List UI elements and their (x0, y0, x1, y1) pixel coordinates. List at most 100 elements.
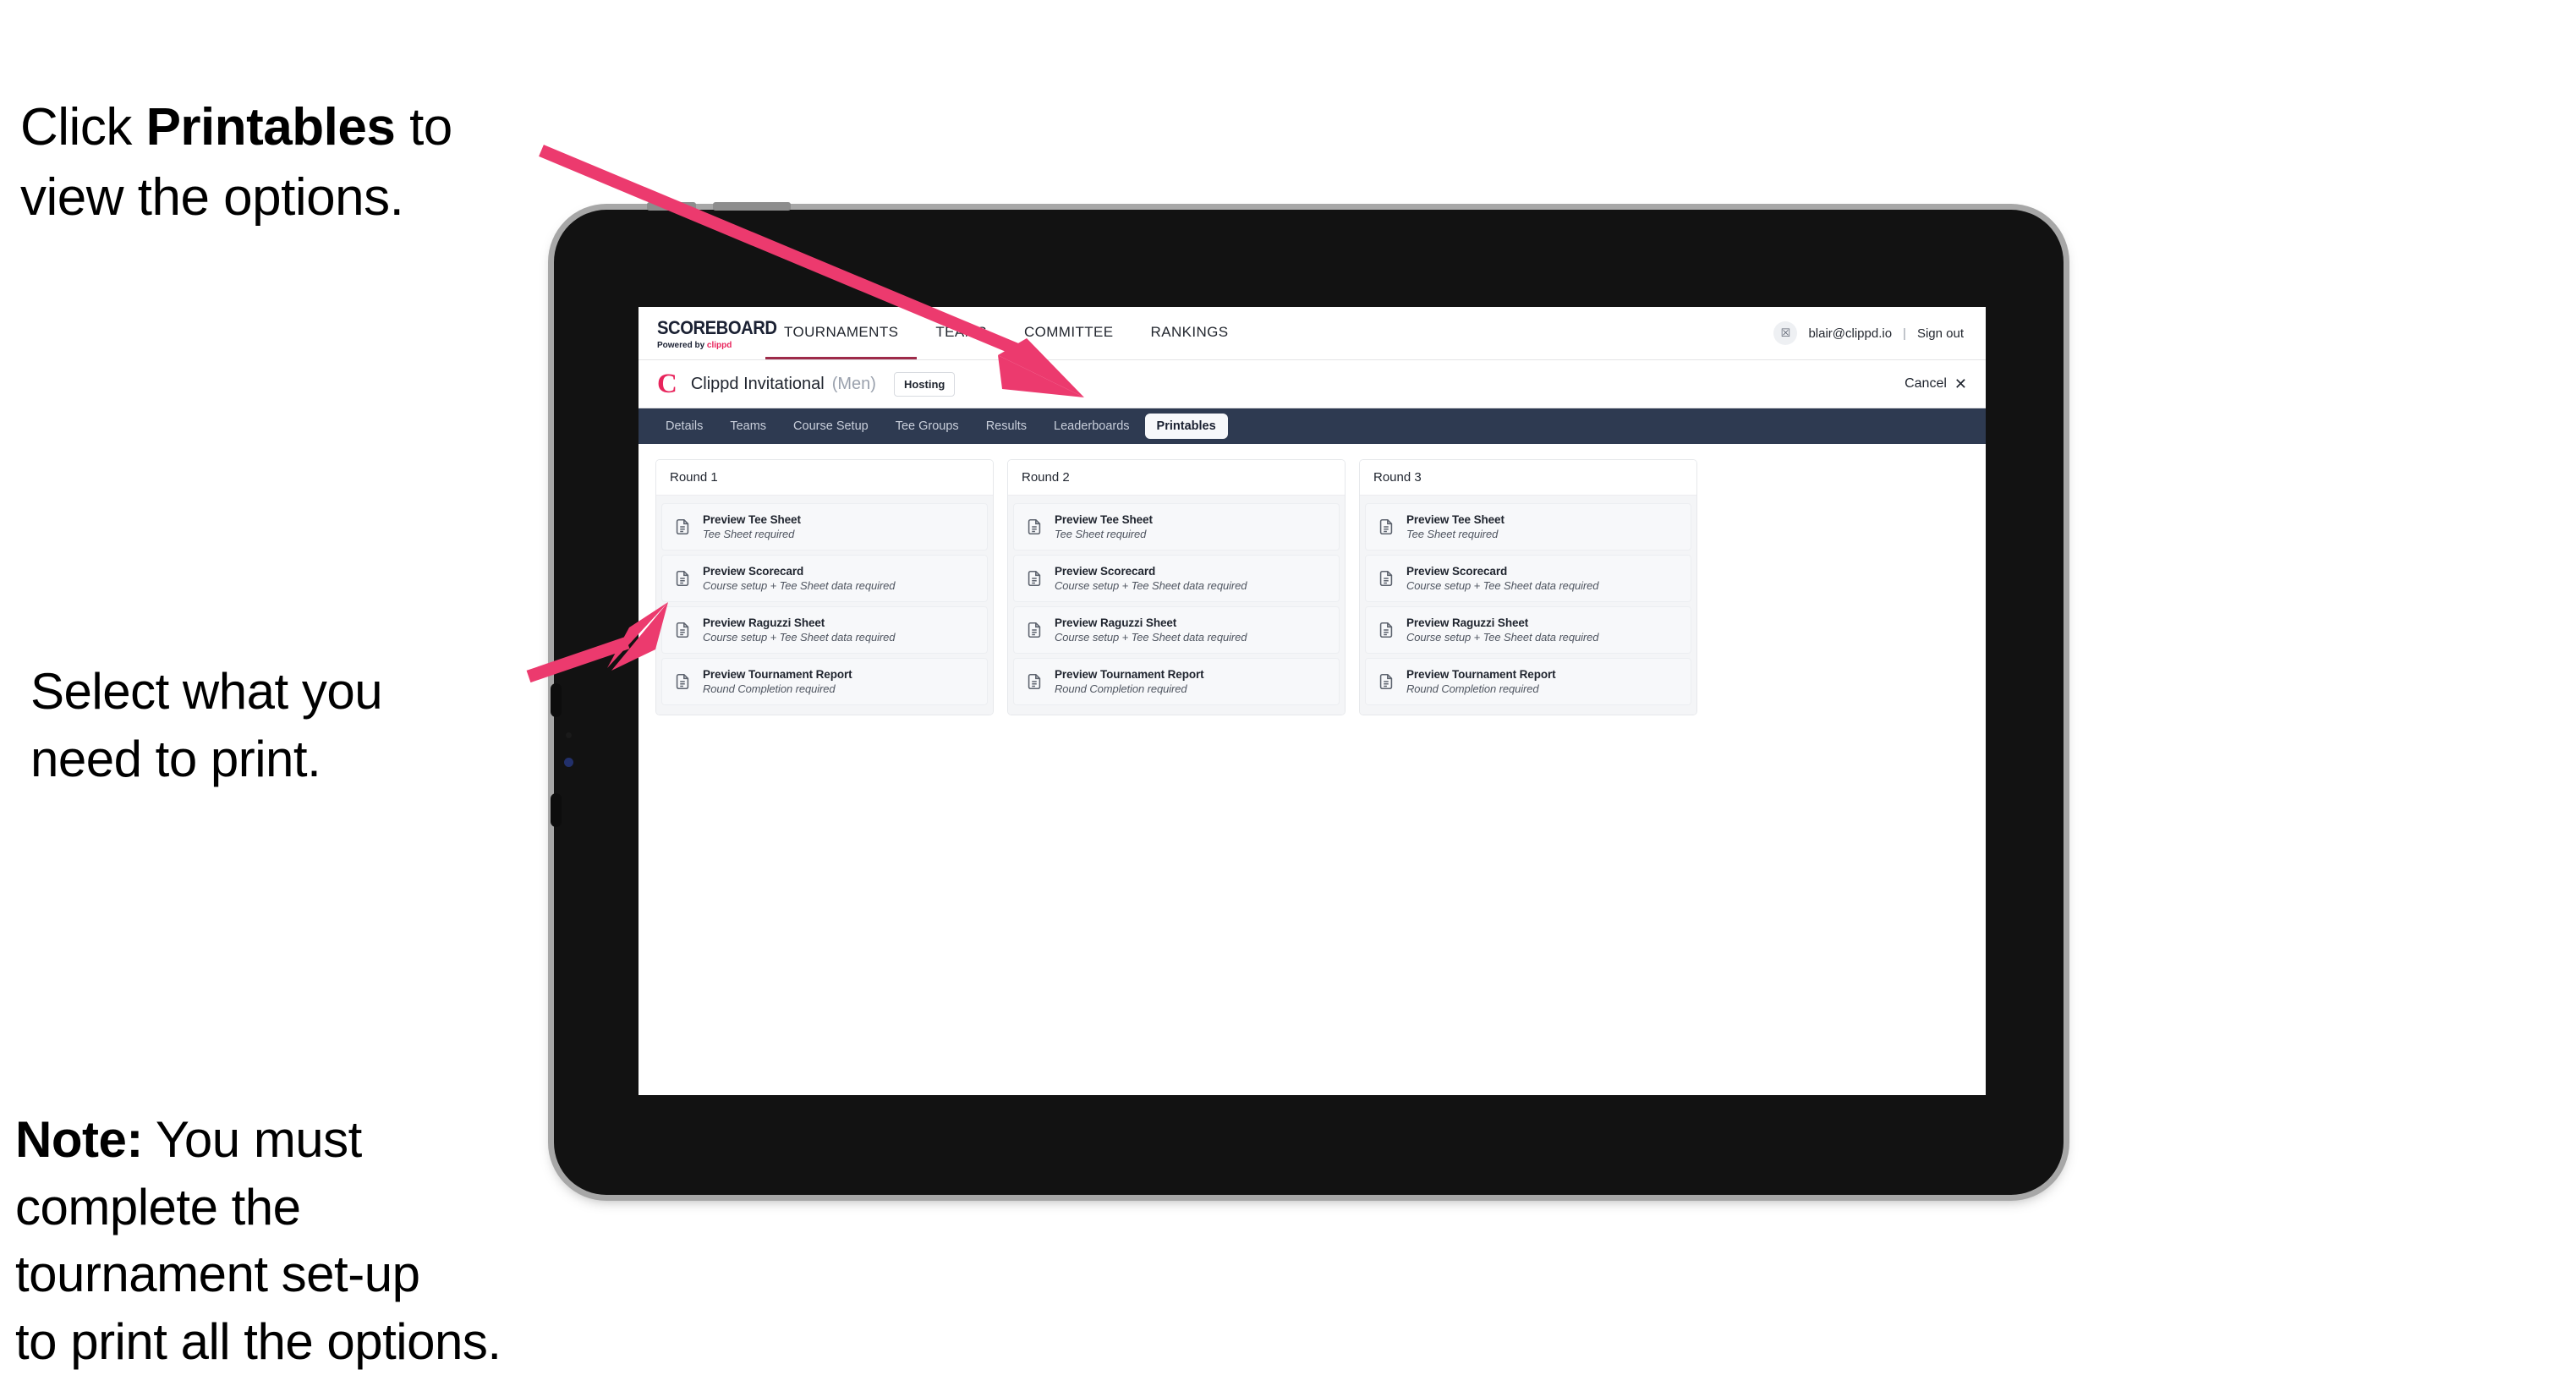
list-item-title: Preview Raguzzi Sheet (1055, 616, 1177, 629)
sign-out-link[interactable]: Sign out (1917, 326, 1964, 341)
avatar[interactable]: ☒ (1773, 321, 1798, 345)
tournament-name: Clippd Invitational (690, 374, 825, 393)
cancel-button[interactable]: Cancel ✕ (1905, 376, 1967, 392)
tablet-top-button-2 (713, 202, 791, 211)
logo-wordmark: SCOREBOARD (657, 316, 777, 338)
list-item[interactable]: Preview Raguzzi Sheet Course setup + Tee… (1013, 606, 1340, 654)
list-item-subtitle: Round Completion required (703, 682, 836, 695)
round-items-list: Preview Tee Sheet Tee Sheet required Pre… (1008, 496, 1345, 715)
account-email: blair@clippd.io (1808, 326, 1893, 341)
document-icon (673, 518, 692, 536)
document-icon (673, 569, 692, 588)
list-item-subtitle: Round Completion required (1055, 682, 1187, 695)
tablet-top-button-1 (647, 202, 696, 211)
tab-tee-groups[interactable]: Tee Groups (884, 414, 971, 439)
tab-teams[interactable]: Teams (718, 414, 778, 439)
document-icon (1377, 621, 1395, 639)
list-item-title: Preview Tee Sheet (703, 513, 801, 526)
status-badge-hosting[interactable]: Hosting (893, 371, 956, 397)
list-item[interactable]: Preview Scorecard Course setup + Tee She… (1013, 555, 1340, 602)
list-item-title: Preview Tournament Report (703, 668, 852, 681)
list-item-subtitle: Course setup + Tee Sheet data required (1055, 631, 1247, 644)
list-item-subtitle: Tee Sheet required (703, 528, 795, 540)
account-area: ☒ blair@clippd.io | Sign out (1773, 307, 1986, 359)
tab-course-setup[interactable]: Course Setup (781, 414, 880, 439)
account-separator: | (1903, 326, 1906, 341)
annotation-top-prefix: Click (20, 98, 146, 157)
annotation-top-bold: Printables (145, 98, 396, 157)
round-items-list: Preview Tee Sheet Tee Sheet required Pre… (656, 496, 993, 715)
tablet-device-frame: SCOREBOARD Powered by clippd TOURNAMENTS… (551, 202, 2064, 1195)
list-item[interactable]: Preview Tournament Report Round Completi… (1013, 658, 1340, 705)
list-item-title: Preview Raguzzi Sheet (703, 616, 825, 629)
tab-leaderboards[interactable]: Leaderboards (1042, 414, 1142, 439)
list-item-title: Preview Scorecard (1055, 565, 1156, 578)
list-item-title: Preview Tournament Report (1406, 668, 1556, 681)
list-item[interactable]: Preview Scorecard Course setup + Tee She… (1365, 555, 1691, 602)
main-navigation: TOURNAMENTS TEAMS COMMITTEE RANKINGS (765, 307, 1247, 359)
main-nav-tournaments[interactable]: TOURNAMENTS (765, 307, 918, 359)
document-icon (1377, 569, 1395, 588)
tablet-volume-button-down (551, 793, 562, 827)
document-icon (1377, 672, 1395, 691)
round-column-1: Round 1 Preview Tee Sheet Tee Sheet requ… (655, 459, 994, 715)
document-icon (1025, 621, 1044, 639)
tablet-screen: SCOREBOARD Powered by clippd TOURNAMENTS… (639, 307, 1986, 1095)
list-item-title: Preview Raguzzi Sheet (1406, 616, 1529, 629)
document-icon (1377, 518, 1395, 536)
list-item[interactable]: Preview Scorecard Course setup + Tee She… (661, 555, 988, 602)
powered-by-text: Powered by (657, 340, 707, 350)
list-item-title: Preview Tee Sheet (1406, 513, 1504, 526)
main-nav-rankings[interactable]: RANKINGS (1132, 307, 1247, 359)
scoreboard-logo[interactable]: SCOREBOARD Powered by clippd (639, 307, 777, 359)
annotation-click-printables: Click Printables to view the options. (20, 24, 562, 233)
round-title: Round 2 (1008, 460, 1345, 496)
main-nav-committee[interactable]: COMMITTEE (1006, 307, 1132, 359)
list-item[interactable]: Preview Tee Sheet Tee Sheet required (1013, 503, 1340, 551)
clippd-brand-text: clippd (706, 340, 732, 350)
list-item-subtitle: Round Completion required (1406, 682, 1539, 695)
list-item-subtitle: Tee Sheet required (1055, 528, 1147, 540)
tablet-volume-button-up (551, 683, 562, 717)
document-icon (1025, 518, 1044, 536)
close-icon: ✕ (1954, 375, 1967, 392)
logo-powered-by: Powered by clippd (657, 341, 765, 350)
round-title: Round 1 (656, 460, 993, 496)
annotation-select-what-to-print: Select what you need to print. (30, 663, 383, 787)
tournament-tab-strip: Details Teams Course Setup Tee Groups Re… (639, 408, 1986, 444)
tournament-header-bar: C Clippd Invitational (Men) Hosting Canc… (639, 360, 1986, 408)
list-item-subtitle: Course setup + Tee Sheet data required (703, 631, 896, 644)
document-icon (1025, 672, 1044, 691)
list-item[interactable]: Preview Tournament Report Round Completi… (1365, 658, 1691, 705)
round-items-list: Preview Tee Sheet Tee Sheet required Pre… (1360, 496, 1696, 715)
list-item-subtitle: Course setup + Tee Sheet data required (1406, 579, 1599, 592)
list-item[interactable]: Preview Raguzzi Sheet Course setup + Tee… (661, 606, 988, 654)
list-item[interactable]: Preview Tee Sheet Tee Sheet required (1365, 503, 1691, 551)
list-item-subtitle: Tee Sheet required (1406, 528, 1499, 540)
annotation-note-bold: Note: (15, 1110, 143, 1168)
round-title: Round 3 (1360, 460, 1696, 496)
list-item-title: Preview Tournament Report (1055, 668, 1204, 681)
document-icon (673, 621, 692, 639)
tab-details[interactable]: Details (654, 414, 715, 439)
list-item-title: Preview Scorecard (1406, 565, 1508, 578)
list-item-subtitle: Course setup + Tee Sheet data required (1406, 631, 1599, 644)
printables-content: Round 1 Preview Tee Sheet Tee Sheet requ… (639, 444, 1986, 731)
tab-results[interactable]: Results (974, 414, 1039, 439)
tab-printables[interactable]: Printables (1144, 414, 1228, 439)
clippd-c-logo-icon: C (657, 368, 677, 399)
list-item-subtitle: Course setup + Tee Sheet data required (1055, 579, 1247, 592)
list-item[interactable]: Preview Tournament Report Round Completi… (661, 658, 988, 705)
list-item-title: Preview Tee Sheet (1055, 513, 1153, 526)
round-column-2: Round 2 Preview Tee Sheet Tee Sheet requ… (1007, 459, 1346, 715)
app-top-bar: SCOREBOARD Powered by clippd TOURNAMENTS… (639, 307, 1986, 360)
list-item-subtitle: Course setup + Tee Sheet data required (703, 579, 896, 592)
list-item[interactable]: Preview Raguzzi Sheet Course setup + Tee… (1365, 606, 1691, 654)
document-icon (673, 672, 692, 691)
tablet-microphone-dot (566, 732, 572, 738)
cancel-label: Cancel (1905, 376, 1947, 391)
tournament-gender: (Men) (831, 374, 876, 393)
main-nav-teams[interactable]: TEAMS (917, 307, 1006, 359)
list-item-title: Preview Scorecard (703, 565, 804, 578)
list-item[interactable]: Preview Tee Sheet Tee Sheet required (661, 503, 988, 551)
